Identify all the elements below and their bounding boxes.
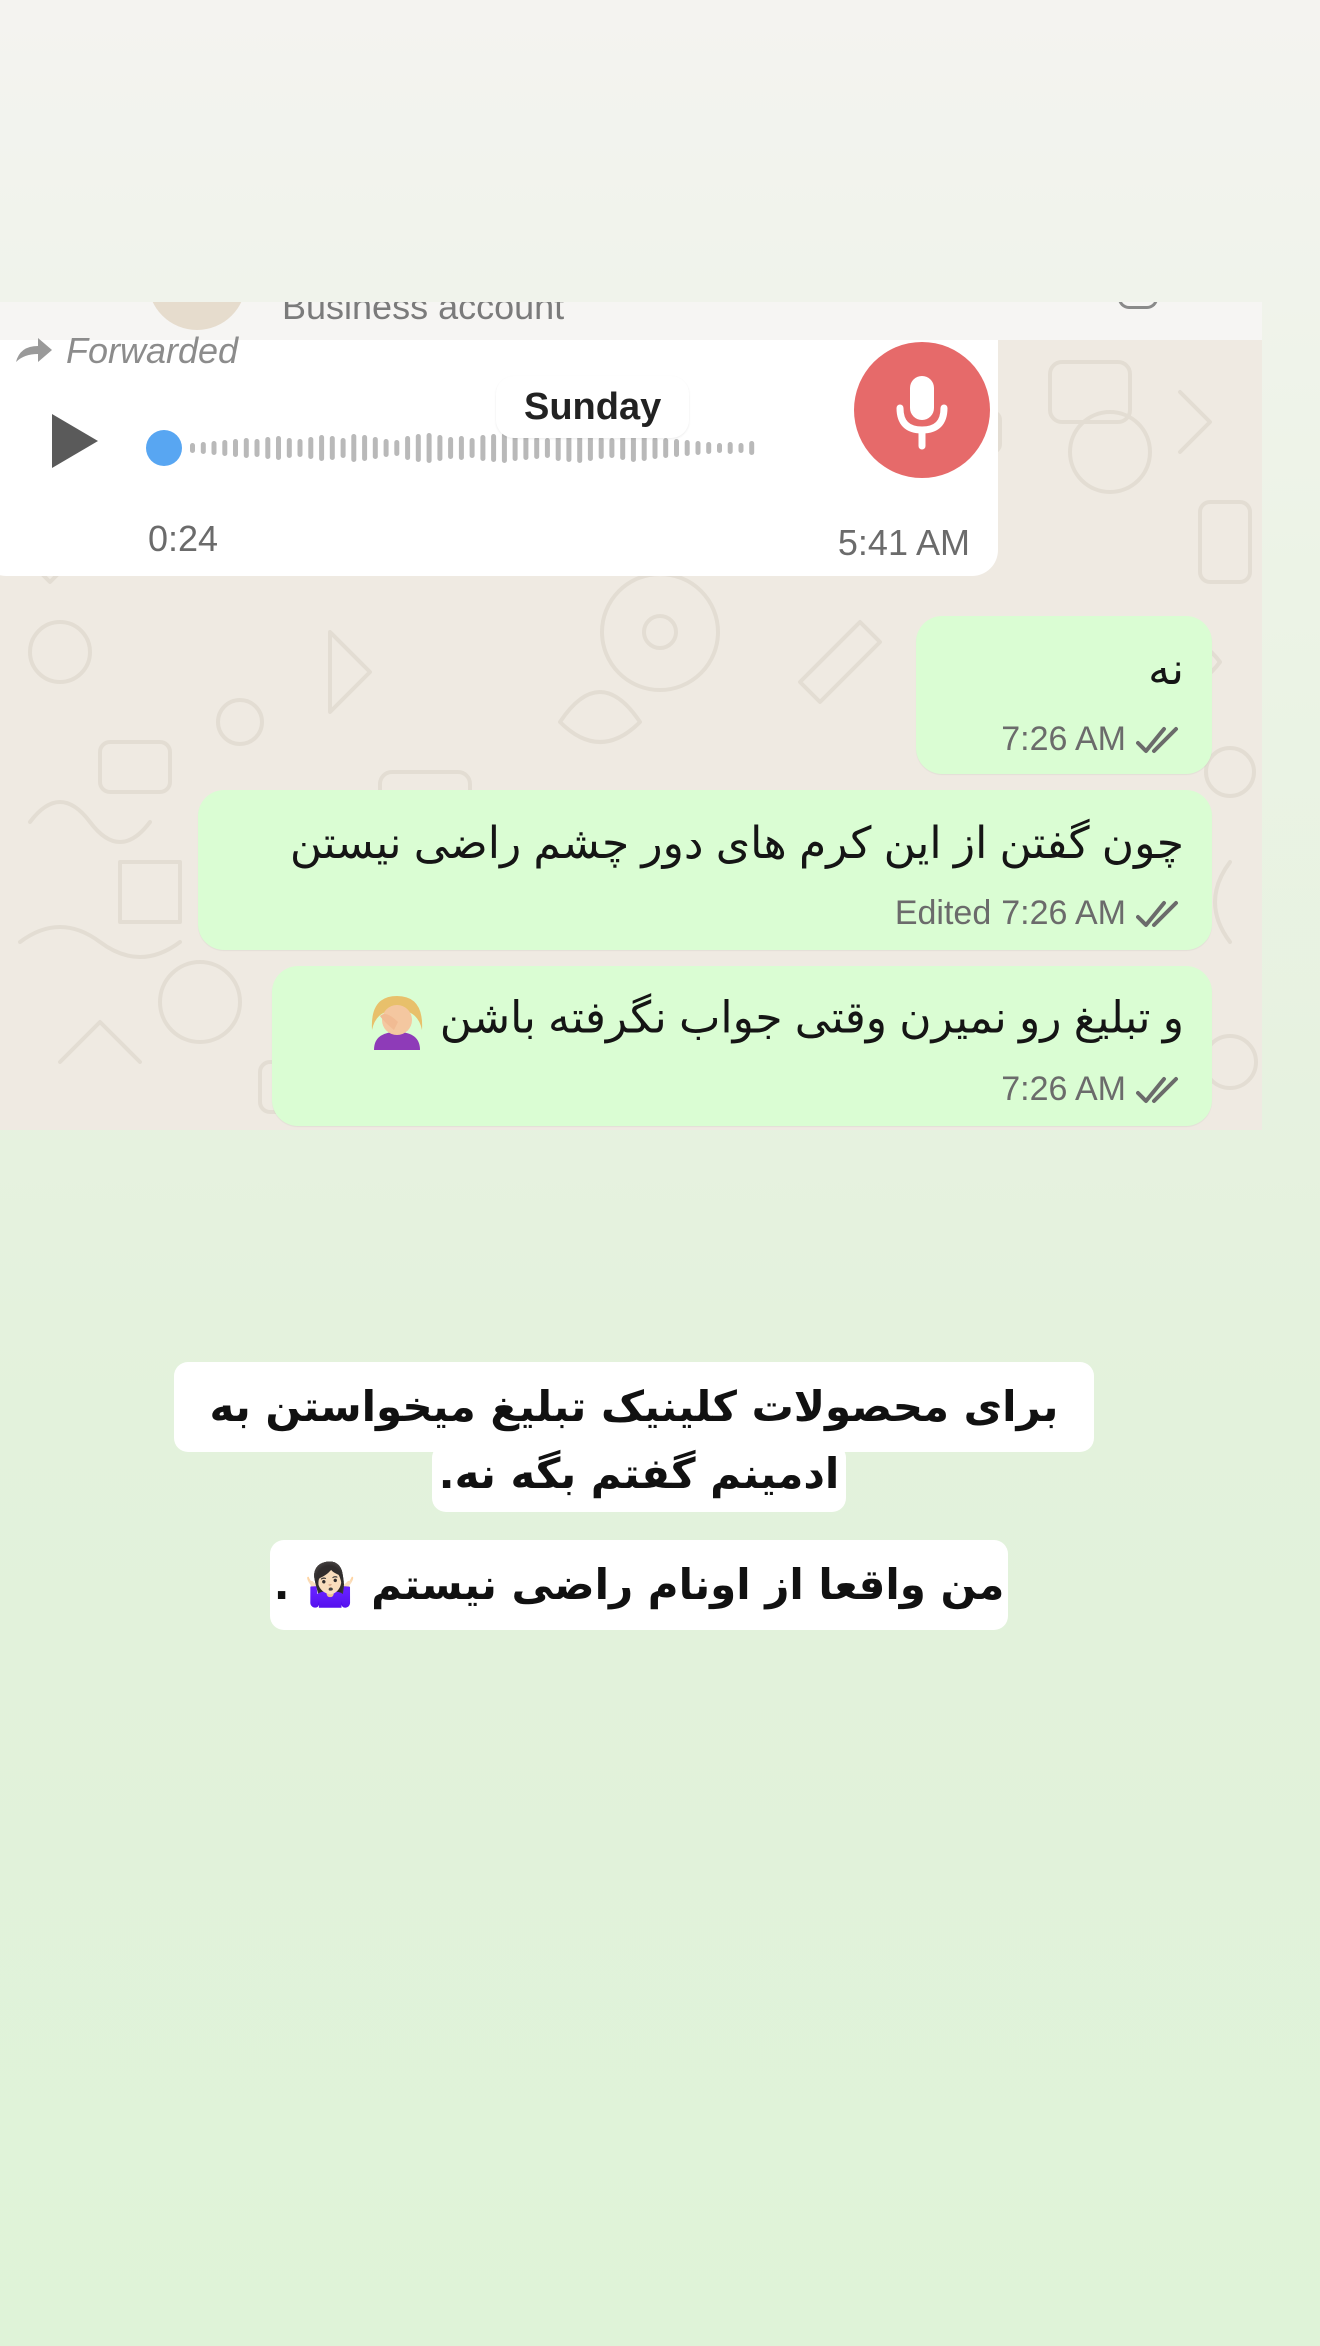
waveform-bar [233,439,238,457]
waveform-bar [190,443,195,453]
story-caption-line: ادمینم گفتم بگه نه. [432,1444,846,1512]
waveform-bar [630,434,636,462]
message-meta: 7:26 AM [1001,720,1184,759]
chat-screenshot: Business account Forwarded 0:24 5:41 AM … [0,302,1262,1130]
waveform-bar [211,441,217,455]
playback-scrubber[interactable] [146,430,182,466]
message-time: 7:26 AM [1001,720,1126,758]
double-check-icon [1136,1076,1178,1103]
waveform-bar [544,438,550,458]
waveform-bar [372,437,378,459]
waveform-bar [598,437,604,459]
date-divider: Sunday [496,376,690,438]
waveform-bar [501,433,507,463]
waveform-bar [749,441,755,455]
waveform-bar [587,435,593,461]
waveform-bar [394,440,400,456]
waveform-bar [684,440,690,456]
voice-message-bubble[interactable]: Forwarded 0:24 5:41 AM [0,330,998,576]
forwarded-label: Forwarded [66,330,239,371]
waveform-bar [555,435,561,461]
waveform-bar [706,442,712,454]
waveform-bar [297,439,303,457]
voice-note-badge [854,342,990,478]
header-icon[interactable] [1118,302,1158,309]
double-check-icon [1136,726,1178,753]
play-icon[interactable] [52,414,98,468]
story-caption-line: من واقعا از اونام راضی نیستم 🤷🏻‍♀️ . [270,1540,1008,1630]
waveform-bar [534,437,540,459]
waveform-bar [695,441,701,455]
waveform-bar [491,434,497,462]
waveform-bar [308,437,314,459]
waveform-bar [200,442,206,454]
message-text-content: و تبلیغ رو نمیرن وقتی جواب نگرفته باشن [439,993,1184,1043]
waveform-bar [480,435,486,461]
microphone-icon [896,376,948,450]
waveform-bar [512,435,518,461]
face-palm-emoji-icon [371,996,422,1050]
message-time: 7:26 AM [1001,1070,1126,1108]
double-check-icon [1136,900,1178,927]
forwarded-indicator: Forwarded [14,330,238,372]
contact-avatar[interactable] [148,302,246,330]
waveform-bar [286,438,292,458]
waveform-bar [362,435,368,461]
voice-timestamp: 5:41 AM [837,522,970,563]
edited-label: Edited [894,894,992,932]
waveform-bar [652,437,658,459]
waveform-bar [437,435,443,461]
waveform-bar [458,436,464,460]
forward-arrow-icon [16,338,52,362]
waveform-bar [448,437,454,459]
waveform-bar [566,434,572,462]
waveform-bar [243,438,249,458]
waveform-bar [717,443,722,453]
waveform-bar [340,438,346,458]
waveform-bar [222,440,228,456]
outgoing-message[interactable]: چون گفتن از این کرم های دور چشم راضی نیس… [198,790,1212,950]
waveform-bar [469,438,475,458]
waveform-bar [276,436,281,460]
message-time: 7:26 AM [1001,894,1126,932]
story-caption-line: برای محصولات کلینیک تبلیغ میخواستن به [174,1362,1094,1452]
message-meta: 7:26 AM [1001,1070,1184,1109]
message-meta: Edited 7:26 AM [895,894,1184,933]
waveform-bar [727,442,733,454]
business-account-label: Business account [282,302,565,327]
waveform-bar [641,435,647,461]
waveform-bar [254,439,260,457]
waveform-bar [674,439,679,457]
outgoing-message[interactable]: و تبلیغ رو نمیرن وقتی جواب نگرفته باشن 7… [272,966,1212,1126]
waveform-bar [415,434,421,462]
waveform-bar [405,436,411,460]
waveform-bar [523,436,529,460]
message-text: نه [1148,645,1184,694]
waveform-bar [738,443,744,453]
waveform-bar [319,435,325,461]
waveform-bar [383,439,389,457]
waveform-bar [609,438,615,458]
voice-duration: 0:24 [148,518,219,559]
waveform-bar [426,433,432,463]
waveform-bar [351,434,357,462]
waveform-bar [663,438,669,458]
message-text: چون گفتن از این کرم های دور چشم راضی نیس… [289,819,1184,868]
waveform-bar [620,436,626,460]
outgoing-message[interactable]: نه 7:26 AM [916,616,1212,774]
waveform-bar [265,437,271,459]
message-text: و تبلیغ رو نمیرن وقتی جواب نگرفته باشن [366,990,1184,1052]
waveform-bar [329,436,335,460]
